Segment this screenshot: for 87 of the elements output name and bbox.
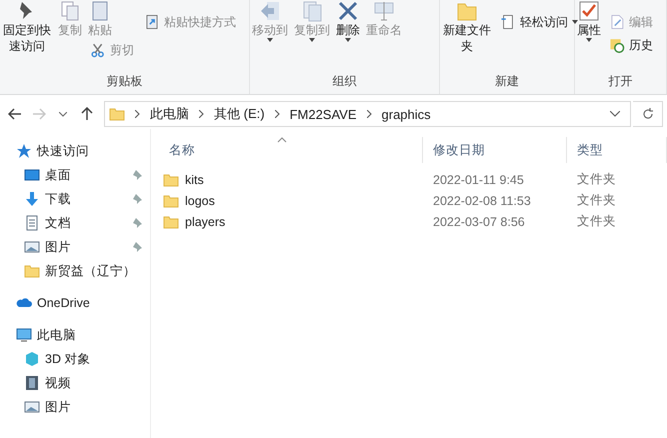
sort-up-icon <box>277 137 287 143</box>
sidebar-label: 下载 <box>45 190 72 208</box>
group-label: 组织 <box>332 73 358 90</box>
document-icon <box>24 215 40 231</box>
star-icon <box>16 143 32 159</box>
refresh-icon <box>642 108 654 120</box>
sidebar-item[interactable]: 视频 <box>0 371 150 395</box>
sidebar-label: 视频 <box>45 374 72 392</box>
sidebar-label: 新贸益（辽宁） <box>45 262 137 280</box>
monitor-icon <box>16 327 32 343</box>
type-cell-text: 文件夹 <box>576 171 617 188</box>
sidebar-item[interactable]: 3D 对象 <box>0 347 150 371</box>
breadcrumb[interactable]: 其他 (E:) <box>210 105 269 123</box>
file-name-cell[interactable]: logos <box>159 192 423 208</box>
chevron-right-icon <box>199 110 204 118</box>
ribbon-button[interactable]: 历史 <box>607 35 655 55</box>
column-header[interactable]: 类型 <box>567 137 667 163</box>
folder-icon <box>163 172 179 188</box>
sidebar-item[interactable]: 此电脑 <box>0 323 150 347</box>
column-header[interactable]: 修改日期 <box>423 137 567 163</box>
sidebar-label: 文档 <box>45 214 72 232</box>
sidebar-item[interactable]: 桌面 <box>0 163 150 187</box>
sidebar-label: OneDrive <box>37 296 91 310</box>
edit-document-icon <box>609 14 625 30</box>
sidebar-label: 3D 对象 <box>45 350 92 368</box>
sidebar-label: 快速访问 <box>37 142 90 160</box>
desktop-icon <box>24 167 40 183</box>
ribbon-button[interactable]: 删除 <box>336 0 360 42</box>
file-name-cell[interactable]: players <box>159 214 423 230</box>
sidebar-item[interactable]: 文档 <box>0 211 150 235</box>
file-name-cell[interactable]: kits <box>159 172 423 188</box>
cube-icon <box>24 351 40 367</box>
sidebar-item[interactable]: 图片 <box>0 395 150 419</box>
history-icon <box>609 37 625 53</box>
download-arrow-icon <box>24 191 40 207</box>
chevron-right-icon <box>274 110 280 118</box>
film-icon <box>24 375 40 391</box>
picture-icon <box>24 239 40 255</box>
ribbon-button[interactable]: 轻松访问 <box>498 12 580 32</box>
sidebar-label: 图片 <box>45 238 72 256</box>
type-cell-text: 文件夹 <box>576 213 617 230</box>
folder-icon <box>24 263 40 279</box>
refresh-button[interactable] <box>633 101 663 127</box>
ribbon-button[interactable]: 新建文件夹 <box>442 0 492 54</box>
address-bar[interactable]: 此电脑 其他 (E:) FM22SAVE graphics <box>104 101 631 127</box>
group-label: 剪贴板 <box>106 73 144 90</box>
sidebar-label: 桌面 <box>45 166 72 184</box>
pin-icon <box>132 194 142 204</box>
folder-icon <box>163 214 179 230</box>
folder-icon <box>163 192 179 208</box>
type-cell-text: 文件夹 <box>576 192 617 209</box>
breadcrumb[interactable]: graphics <box>378 106 435 122</box>
arrow-up-icon <box>81 107 93 121</box>
date-cell-text: 2022-01-11 9:45 <box>432 172 525 186</box>
rename-icon <box>373 0 395 22</box>
clipboard-shortcut-icon <box>144 14 160 30</box>
date-cell-text: 2022-03-07 8:56 <box>432 214 526 228</box>
breadcrumb[interactable]: FM22SAVE <box>286 106 361 122</box>
chevron-right-icon <box>135 110 140 118</box>
pin-icon <box>132 170 142 180</box>
copy-to-icon <box>301 0 323 22</box>
group-label: 新建 <box>494 73 520 90</box>
folder-icon <box>109 106 125 122</box>
chevron-down-icon[interactable] <box>610 111 620 117</box>
sidebar-item[interactable]: OneDrive <box>0 291 150 315</box>
date-cell-text: 2022-02-08 11:53 <box>432 194 532 208</box>
sidebar-item[interactable]: 图片 <box>0 235 150 259</box>
sidebar-label: 图片 <box>45 398 72 416</box>
scissors-icon <box>90 42 106 58</box>
chevron-right-icon <box>366 110 372 118</box>
arrow-left-icon <box>8 108 22 120</box>
group-label: 打开 <box>608 73 634 90</box>
pin-icon <box>132 218 142 228</box>
sidebar-item[interactable]: 新贸益（辽宁） <box>0 259 150 283</box>
chevron-down-icon <box>59 112 67 116</box>
breadcrumb[interactable]: 此电脑 <box>146 105 193 123</box>
sidebar-item[interactable]: 快速访问 <box>0 139 150 163</box>
ribbon-button[interactable]: 固定到快速访问 <box>2 0 52 54</box>
delete-x-icon <box>337 0 359 22</box>
arrow-right-icon <box>32 108 46 120</box>
sidebar-item[interactable]: 下载 <box>0 187 150 211</box>
sidebar-label: 此电脑 <box>37 326 77 344</box>
move-arrow-icon <box>259 0 281 22</box>
column-header[interactable]: 名称 <box>159 137 423 163</box>
ribbon-button[interactable]: 属性 <box>577 0 601 42</box>
pin-icon <box>132 242 142 252</box>
picture-icon <box>24 399 40 415</box>
